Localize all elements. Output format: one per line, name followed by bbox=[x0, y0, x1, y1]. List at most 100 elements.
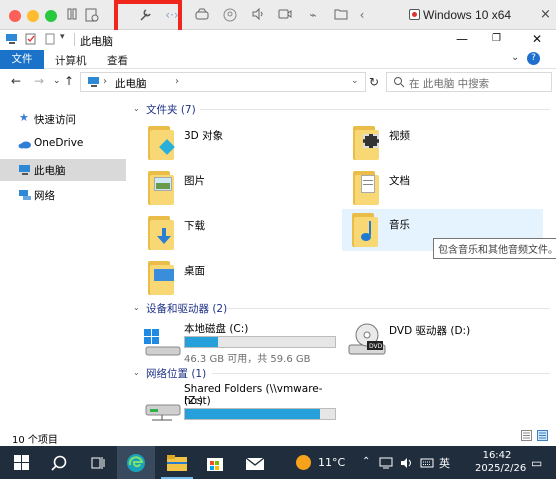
vm-tab-close-icon[interactable]: × bbox=[540, 7, 551, 22]
recent-locations-dropdown[interactable]: ⌄ bbox=[53, 76, 61, 86]
search-icon[interactable] bbox=[49, 452, 71, 474]
clock-date: 2025/2/26 bbox=[475, 463, 527, 474]
edge-browser-icon[interactable] bbox=[125, 452, 147, 474]
close-window-button[interactable] bbox=[9, 10, 21, 22]
usb-icon[interactable]: ⌁ bbox=[305, 8, 321, 22]
tab-view[interactable]: 查看 bbox=[107, 53, 128, 68]
3d-objects-folder-icon bbox=[148, 124, 178, 160]
details-view-icon[interactable] bbox=[521, 430, 532, 444]
help-icon[interactable]: ? bbox=[527, 52, 540, 65]
collapse-group-icon[interactable]: ⌄ bbox=[133, 104, 140, 113]
minimize-button[interactable]: — bbox=[456, 32, 468, 46]
breadcrumb-chevron-icon[interactable]: › bbox=[175, 76, 179, 87]
sound-icon[interactable] bbox=[250, 7, 266, 22]
folder-label: 3D 对象 bbox=[184, 130, 224, 142]
folder-label: 音乐 bbox=[389, 219, 410, 231]
drive-label: 本地磁盘 (C:) bbox=[184, 323, 249, 335]
minimize-window-button[interactable] bbox=[27, 10, 39, 22]
drive-free-space: 46.3 GB 可用，共 59.6 GB bbox=[184, 354, 311, 365]
group-header-devices[interactable]: 设备和驱动器 (2) bbox=[146, 301, 227, 316]
restore-button[interactable]: ❐ bbox=[492, 33, 501, 44]
sidebar-item-label: 此电脑 bbox=[34, 165, 66, 177]
group-header-folders[interactable]: 文件夹 (7) bbox=[146, 102, 196, 117]
sun-weather-icon[interactable] bbox=[296, 455, 311, 470]
store-icon[interactable] bbox=[204, 452, 226, 474]
pictures-folder-icon bbox=[148, 169, 178, 205]
folder-downloads[interactable]: 下载 bbox=[126, 212, 296, 254]
folder-videos[interactable]: 视频 bbox=[331, 122, 501, 164]
task-view-icon[interactable] bbox=[86, 452, 108, 474]
network-status-icon[interactable] bbox=[379, 457, 393, 472]
sidebar-item-onedrive[interactable]: OneDrive bbox=[0, 133, 126, 155]
user-icon[interactable] bbox=[222, 8, 238, 22]
address-bar[interactable]: › 此电脑 › ⌄ bbox=[80, 72, 366, 92]
expand-ribbon-icon[interactable]: ⌄ bbox=[511, 52, 519, 63]
up-button[interactable]: ↑ bbox=[64, 74, 74, 88]
snapshot-icon[interactable] bbox=[84, 8, 100, 22]
chevron-up-icon[interactable]: ⌃ bbox=[362, 456, 370, 467]
keyboard-icon[interactable] bbox=[420, 457, 434, 472]
quick-access-toolbar-dropdown-icon[interactable]: ▾ bbox=[60, 32, 65, 42]
breadcrumb-this-pc[interactable]: 此电脑 bbox=[115, 76, 147, 91]
folder-desktop[interactable]: 桌面 bbox=[126, 257, 296, 299]
close-button[interactable]: ✕ bbox=[532, 32, 542, 46]
weather-temperature[interactable]: 11°C bbox=[318, 456, 345, 469]
title-divider bbox=[74, 33, 75, 46]
network-drive-icon bbox=[142, 391, 182, 424]
svg-text:DVD: DVD bbox=[369, 343, 383, 350]
clock[interactable]: 16:42 2025/2/26 bbox=[475, 449, 527, 475]
system-drive-icon bbox=[142, 327, 182, 360]
input-method-indicator[interactable]: 英 bbox=[439, 455, 450, 471]
notification-icon[interactable]: ▭ bbox=[531, 456, 542, 470]
videos-folder-icon bbox=[353, 124, 383, 160]
group-header-network[interactable]: 网络位置 (1) bbox=[146, 366, 206, 381]
music-folder-icon bbox=[352, 211, 382, 247]
new-folder-icon[interactable] bbox=[44, 33, 56, 48]
volume-icon[interactable] bbox=[400, 457, 414, 472]
camera-icon[interactable] bbox=[277, 8, 293, 22]
collapse-group-icon[interactable]: ⌄ bbox=[133, 368, 140, 377]
folder-pictures[interactable]: 图片 bbox=[126, 167, 296, 209]
music-tooltip: 包含音乐和其他音频文件。 bbox=[433, 238, 556, 259]
breadcrumb-separator[interactable]: › bbox=[103, 76, 107, 87]
mail-icon[interactable] bbox=[244, 452, 266, 474]
vm-tab-icon bbox=[409, 9, 420, 20]
refresh-icon[interactable]: ↻ bbox=[369, 75, 379, 89]
shared-folder-icon[interactable] bbox=[333, 8, 349, 22]
group-divider bbox=[212, 373, 550, 374]
folder-documents[interactable]: 文档 bbox=[331, 167, 501, 209]
navigation-pane: ★ 快速访问 OneDrive 此电脑 网络 bbox=[0, 95, 126, 425]
address-row: ← → ⌄ ↑ › 此电脑 › ⌄ ↻ 在 此电脑 中搜索 bbox=[0, 69, 556, 95]
drive-d[interactable]: DVD DVD 驱动器 (D:) bbox=[331, 319, 551, 365]
tab-computer[interactable]: 计算机 bbox=[55, 53, 87, 68]
zoom-window-button[interactable] bbox=[45, 10, 57, 22]
network-drive-z[interactable]: Shared Folders (\\vmware-host) (Z:) bbox=[126, 381, 346, 427]
windows-start-icon[interactable] bbox=[11, 452, 33, 474]
tiles-view-icon[interactable] bbox=[537, 430, 548, 444]
taskbar: 11°C ⌃ 英 16:42 2025/2/26 ▭ bbox=[0, 446, 556, 479]
sidebar-item-quick-access[interactable]: ★ 快速访问 bbox=[0, 108, 126, 130]
sidebar-item-this-pc[interactable]: 此电脑 bbox=[0, 159, 126, 181]
tab-file[interactable]: 文件 bbox=[0, 50, 44, 69]
drive-label: DVD 驱动器 (D:) bbox=[389, 325, 471, 337]
status-bar: 10 个项目 bbox=[0, 425, 556, 446]
desktop-folder-icon bbox=[148, 259, 178, 295]
pause-icon[interactable] bbox=[64, 8, 80, 22]
vm-window-title: Windows 10 x64 bbox=[423, 8, 512, 22]
collapse-group-icon[interactable]: ⌄ bbox=[133, 303, 140, 312]
forward-button[interactable]: → bbox=[34, 74, 44, 88]
back-button[interactable]: ← bbox=[11, 74, 21, 88]
group-divider bbox=[226, 308, 550, 309]
computer-icon bbox=[5, 33, 19, 48]
computer-icon bbox=[18, 164, 32, 179]
chevron-left-icon[interactable]: ‹ bbox=[354, 8, 370, 22]
hard-disk-icon[interactable] bbox=[194, 8, 210, 22]
file-explorer-taskbar-icon[interactable] bbox=[166, 452, 188, 474]
properties-icon[interactable] bbox=[25, 33, 37, 48]
network-drive-letter: (Z:) bbox=[184, 395, 203, 407]
folder-3d-objects[interactable]: 3D 对象 bbox=[126, 122, 296, 164]
drive-c[interactable]: 本地磁盘 (C:) 46.3 GB 可用，共 59.6 GB bbox=[126, 319, 346, 365]
sidebar-item-network[interactable]: 网络 bbox=[0, 184, 126, 206]
address-dropdown-icon[interactable]: ⌄ bbox=[351, 76, 359, 86]
search-box[interactable]: 在 此电脑 中搜索 bbox=[386, 72, 552, 92]
